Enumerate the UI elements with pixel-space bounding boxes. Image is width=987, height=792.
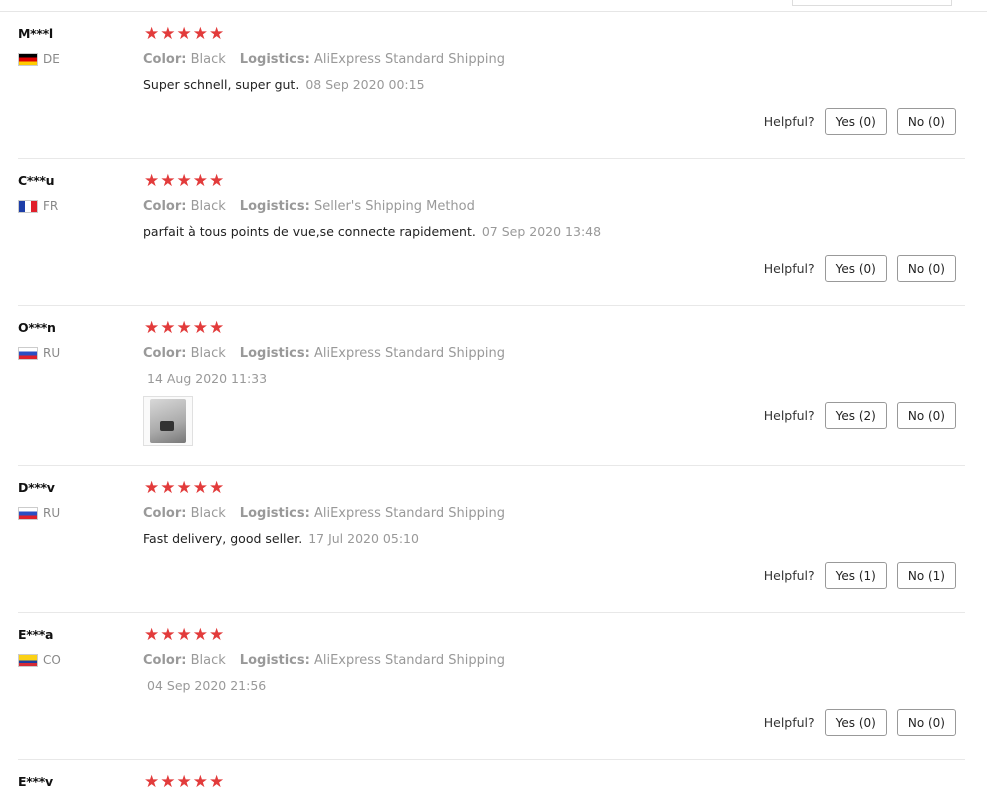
helpful-label: Helpful? (763, 114, 815, 129)
order-attributes: Color: Black Logistics: Seller's Shipping… (143, 199, 475, 214)
review-date: 04 Sep 2020 21:56 (147, 678, 267, 693)
star-rating: ★★★★★ (144, 24, 226, 44)
reviewer-name: E***a (18, 627, 54, 642)
logistics-value: AliExpress Standard Shipping (313, 346, 505, 361)
logistics-value: Seller's Shipping Method (313, 199, 475, 214)
logistics-value: AliExpress Standard Shipping (313, 52, 505, 67)
colombia-flag-icon (18, 653, 38, 667)
star-rating: ★★★★★ (144, 318, 226, 338)
reviewer-name: O***n (18, 320, 56, 335)
russia-flag-icon (18, 346, 38, 360)
review-date: 14 Aug 2020 11:33 (147, 371, 268, 386)
reviewer-name: M***l (18, 26, 53, 41)
logistics-value: AliExpress Standard Shipping (313, 506, 505, 521)
helpful-no-button[interactable]: No (0) (896, 709, 956, 736)
review-item: D***v RU ★★★★★ Color: Black Logistics: Al… (0, 466, 965, 613)
helpful-section: Helpful? Yes (0) No (0) (764, 108, 956, 135)
review-photo-thumbnail[interactable] (143, 396, 193, 446)
helpful-label: Helpful? (763, 715, 815, 730)
review-text: 04 Sep 2020 21:56 (143, 678, 266, 693)
color-label: Color: (143, 653, 187, 668)
russia-flag-icon (18, 506, 38, 520)
review-text: Fast delivery, good seller. 17 Jul 2020 0… (143, 531, 419, 546)
order-attributes: Color: Black Logistics: AliExpress Standa… (143, 506, 505, 521)
helpful-section: Helpful? Yes (0) No (0) (764, 709, 956, 736)
reviewer-country: CO (18, 653, 61, 667)
review-date: 08 Sep 2020 00:15 (305, 77, 425, 92)
reviewer-country: RU (18, 506, 60, 520)
germany-flag-icon (18, 52, 38, 66)
helpful-yes-button[interactable]: Yes (0) (824, 709, 887, 736)
country-code: CO (43, 653, 61, 667)
star-rating: ★★★★★ (144, 625, 226, 645)
country-code: RU (43, 506, 61, 520)
review-content: Super schnell, super gut. (143, 77, 300, 92)
reviewer-country: RU (18, 346, 60, 360)
reviewer-name: D***v (18, 480, 55, 495)
helpful-label: Helpful? (763, 568, 815, 583)
color-value: Black (190, 199, 226, 214)
country-code: DE (43, 52, 60, 66)
order-attributes: Color: Black Logistics: AliExpress Standa… (143, 52, 505, 67)
logistics-label: Logistics: (239, 52, 310, 67)
reviewer-name: E***v (18, 774, 53, 789)
logistics-label: Logistics: (239, 506, 310, 521)
star-rating: ★★★★★ (144, 772, 226, 792)
reviewer-name: C***u (18, 173, 55, 188)
helpful-section: Helpful? Yes (1) No (1) (764, 562, 956, 589)
helpful-section: Helpful? Yes (2) No (0) (764, 402, 956, 429)
product-photo (150, 399, 186, 443)
review-content: Fast delivery, good seller. (143, 531, 303, 546)
logistics-label: Logistics: (239, 346, 310, 361)
color-label: Color: (143, 506, 187, 521)
order-attributes: Color: Black Logistics: AliExpress Standa… (143, 653, 505, 668)
helpful-yes-button[interactable]: Yes (0) (824, 255, 887, 282)
review-date: 17 Jul 2020 05:10 (308, 531, 419, 546)
review-item: M***l DE ★★★★★ Color: Black Logistics: Al… (0, 12, 965, 159)
helpful-label: Helpful? (763, 261, 815, 276)
helpful-no-button[interactable]: No (0) (896, 255, 956, 282)
reviewer-country: FR (18, 199, 58, 213)
color-label: Color: (143, 346, 187, 361)
helpful-no-button[interactable]: No (1) (896, 562, 956, 589)
helpful-section: Helpful? Yes (0) No (0) (764, 255, 956, 282)
review-content: parfait à tous points de vue,se connecte… (143, 224, 476, 239)
color-value: Black (190, 52, 226, 67)
reviewer-country: DE (18, 52, 60, 66)
star-rating: ★★★★★ (144, 171, 226, 191)
review-text: 14 Aug 2020 11:33 (143, 371, 267, 386)
review-item: E***a CO ★★★★★ Color: Black Logistics: Al… (0, 613, 965, 760)
helpful-yes-button[interactable]: Yes (2) (824, 402, 887, 429)
review-text: Super schnell, super gut. 08 Sep 2020 00:… (143, 77, 425, 92)
sort-dropdown[interactable] (792, 0, 952, 6)
helpful-yes-button[interactable]: Yes (1) (824, 562, 887, 589)
star-rating: ★★★★★ (144, 478, 226, 498)
logistics-label: Logistics: (239, 653, 310, 668)
color-value: Black (190, 346, 226, 361)
logistics-label: Logistics: (239, 199, 310, 214)
color-label: Color: (143, 199, 187, 214)
review-item: C***u FR ★★★★★ Color: Black Logistics: Se… (0, 159, 965, 306)
review-text: parfait à tous points de vue,se connecte… (143, 224, 601, 239)
helpful-no-button[interactable]: No (0) (896, 402, 956, 429)
order-attributes: Color: Black Logistics: AliExpress Standa… (143, 346, 505, 361)
country-code: FR (43, 199, 59, 213)
color-value: Black (190, 653, 226, 668)
review-item: E***v ★★★★★ (0, 760, 965, 792)
review-date: 07 Sep 2020 13:48 (481, 224, 602, 239)
color-label: Color: (143, 52, 187, 67)
france-flag-icon (18, 199, 38, 213)
helpful-no-button[interactable]: No (0) (896, 108, 956, 135)
country-code: RU (43, 346, 61, 360)
helpful-yes-button[interactable]: Yes (0) (824, 108, 887, 135)
color-value: Black (190, 506, 226, 521)
helpful-label: Helpful? (763, 408, 815, 423)
logistics-value: AliExpress Standard Shipping (313, 653, 505, 668)
